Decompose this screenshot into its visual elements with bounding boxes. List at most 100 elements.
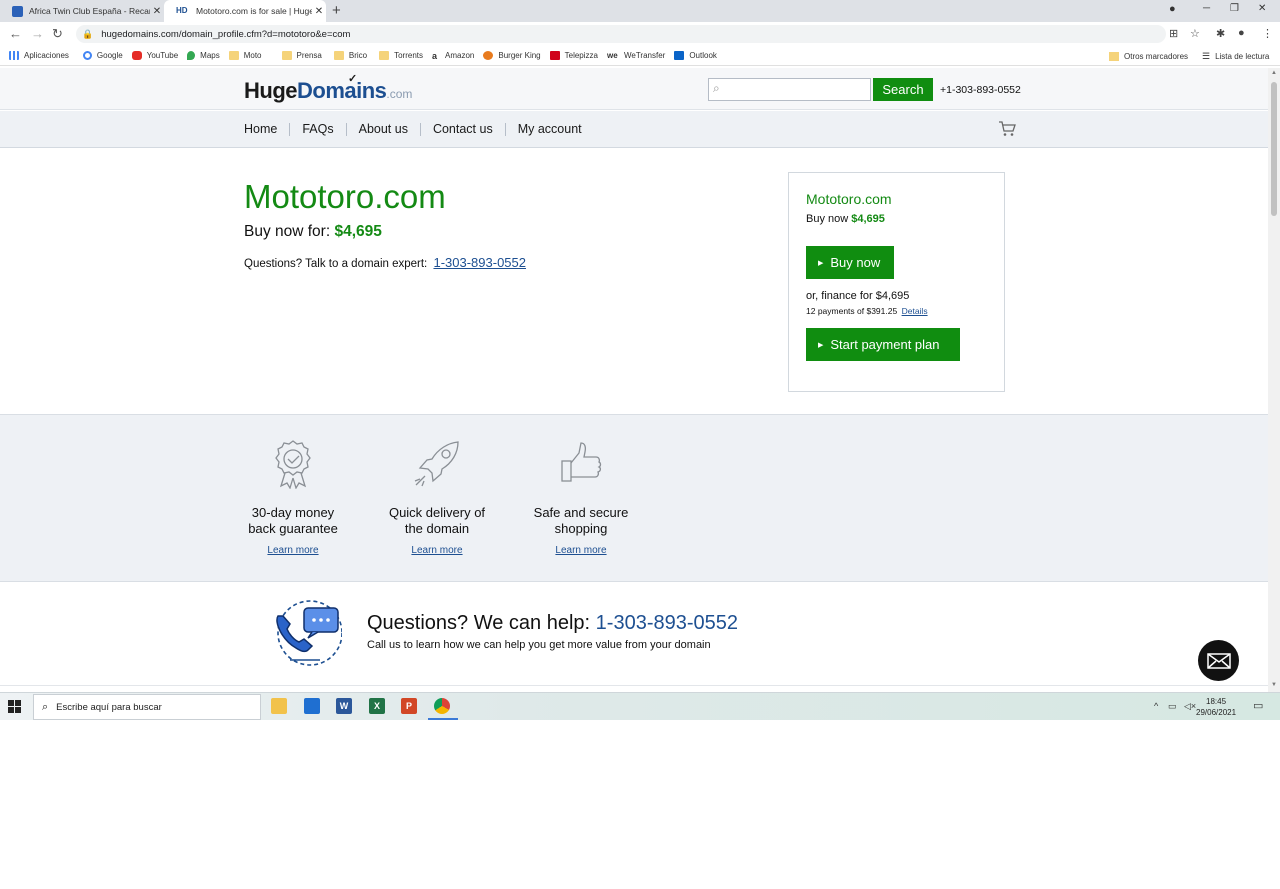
buy-now-button[interactable]: ▶ Buy now <box>806 246 894 279</box>
learn-more-link[interactable]: Learn more <box>233 545 353 556</box>
domain-title: Mototoro.com <box>244 178 446 215</box>
bookmark-wetransfer[interactable]: we WeTransfer <box>607 51 665 60</box>
mail-icon[interactable] <box>304 698 320 714</box>
volume-muted-icon[interactable]: ◁× <box>1184 701 1196 712</box>
menu-icon[interactable]: ⋮ <box>1262 27 1273 40</box>
rocket-icon <box>377 439 497 489</box>
feature-quick-delivery: Quick delivery of the domain Learn more <box>377 439 497 556</box>
help-phone-link[interactable]: 1-303-893-0552 <box>596 612 738 634</box>
notifications-icon[interactable]: ▭ <box>1253 699 1263 712</box>
bookmark-outlook[interactable]: Outlook <box>674 51 717 60</box>
domain-section: Mototoro.com Buy now for: $4,695 Questio… <box>0 148 1268 415</box>
burger-king-icon <box>483 51 494 60</box>
excel-icon[interactable]: X <box>369 698 385 714</box>
back-icon[interactable]: ← <box>9 26 22 41</box>
bookmark-torrents[interactable]: Torrents <box>379 51 423 60</box>
bookmark-burger-king[interactable]: Burger King <box>483 51 541 60</box>
card-buy-price: Buy now $4,695 <box>806 213 885 225</box>
chat-button[interactable] <box>1198 640 1239 681</box>
bookmark-prensa[interactable]: Prensa <box>281 51 322 60</box>
amazon-icon: a <box>432 51 438 61</box>
main-nav: Home FAQs About us Contact us My account <box>0 111 1268 148</box>
apps-grid-icon <box>9 51 19 60</box>
wetransfer-icon: we <box>606 51 618 60</box>
details-link[interactable]: Details <box>902 306 928 316</box>
bookmark-telepizza[interactable]: Telepizza <box>549 51 598 60</box>
close-tab-icon[interactable]: ✕ <box>150 6 164 17</box>
search-button[interactable]: Search <box>873 78 933 101</box>
browser-tab-bar: Africa Twin Club España - Recam ✕ HD Mot… <box>0 0 1280 22</box>
file-explorer-icon[interactable] <box>271 698 287 714</box>
lock-icon: 🔒 <box>82 28 94 39</box>
network-icon[interactable]: ▭ <box>1168 701 1177 712</box>
close-tab-icon[interactable]: ✕ <box>312 6 326 17</box>
bookmark-google[interactable]: Google <box>82 51 123 60</box>
scrollbar-thumb[interactable] <box>1271 82 1277 216</box>
payments-text: 12 payments of $391.25 Details <box>806 306 928 316</box>
nav-my-account[interactable]: My account <box>504 123 594 136</box>
scroll-up-icon[interactable]: ▲ <box>1271 70 1277 76</box>
bookmark-youtube[interactable]: YouTube <box>131 51 178 60</box>
search-icon: ⌕ <box>42 700 49 713</box>
word-icon[interactable]: W <box>336 698 352 714</box>
buy-now-price-line: Buy now for: $4,695 <box>244 223 382 240</box>
tray-expand-icon[interactable]: ^ <box>1154 701 1158 711</box>
price: $4,695 <box>334 223 382 240</box>
taskbar-clock[interactable]: 18:45 29/06/2021 <box>1196 696 1236 718</box>
bookmark-brico[interactable]: Brico <box>333 51 367 60</box>
envelope-icon <box>1206 652 1231 669</box>
restore-icon[interactable]: ❐ <box>1230 3 1239 14</box>
taskbar-search[interactable]: ⌕ Escribe aquí para buscar <box>33 694 261 720</box>
hugedomains-logo[interactable]: HugeDomains.com ✓ <box>244 73 412 104</box>
scroll-down-icon[interactable]: ▼ <box>1271 682 1277 688</box>
reading-list[interactable]: ☰ Lista de lectura <box>1202 46 1269 66</box>
nav-home[interactable]: Home <box>244 123 289 136</box>
hugedomains-page: HugeDomains.com ✓ ⌕ Search +1-303-893-05… <box>0 68 1268 692</box>
bookmark-moto[interactable]: Moto <box>228 51 262 60</box>
expert-question: Questions? Talk to a domain expert: 1-30… <box>244 255 526 270</box>
maps-pin-icon <box>187 51 196 60</box>
tab-title: Africa Twin Club España - Recam <box>29 6 150 16</box>
bookmark-maps[interactable]: Maps <box>187 51 220 60</box>
learn-more-link[interactable]: Learn more <box>521 545 641 556</box>
bookmark-star-icon[interactable]: ☆ <box>1190 27 1200 40</box>
new-tab-icon[interactable]: + <box>332 2 341 19</box>
feature-money-back: 30-day money back guarantee Learn more <box>233 439 353 556</box>
extensions-icon[interactable]: ✱ <box>1216 27 1225 40</box>
reload-icon[interactable]: ↻ <box>52 26 63 42</box>
bookmark-apps[interactable]: Aplicaciones <box>9 51 69 60</box>
chrome-icon[interactable] <box>434 698 450 714</box>
tab-title: Mototoro.com is for sale | HugeD <box>196 6 312 16</box>
browser-tab-mototoro[interactable]: HD Mototoro.com is for sale | HugeD ✕ <box>164 0 326 22</box>
expert-phone-link[interactable]: 1-303-893-0552 <box>433 255 526 270</box>
purchase-card: Mototoro.com Buy now $4,695 ▶ Buy now or,… <box>788 172 1005 392</box>
domain-search-input[interactable] <box>729 81 867 98</box>
nav-faqs[interactable]: FAQs <box>289 123 345 136</box>
page-scrollbar[interactable]: ▲ ▼ <box>1268 68 1280 692</box>
help-section: Questions? We can help: 1-303-893-0552 C… <box>0 582 1268 692</box>
profile-dot-icon[interactable]: ● <box>1169 3 1176 15</box>
bookmarks-bar: Aplicaciones Google YouTube Maps Moto Pr… <box>0 46 1280 66</box>
cart-icon[interactable] <box>998 121 1016 142</box>
start-payment-plan-button[interactable]: ▶ Start payment plan <box>806 328 960 361</box>
windows-start-icon[interactable] <box>8 700 21 718</box>
learn-more-link[interactable]: Learn more <box>377 545 497 556</box>
address-bar: ← → ↻ 🔒 hugedomains.com/domain_profile.c… <box>0 22 1280 46</box>
nav-contact-us[interactable]: Contact us <box>419 123 505 136</box>
browser-tab-africa-twin[interactable]: Africa Twin Club España - Recam ✕ <box>0 0 164 22</box>
bookmark-amazon[interactable]: a Amazon <box>432 51 474 61</box>
minimize-icon[interactable]: ─ <box>1203 3 1210 14</box>
bookmark-other[interactable]: Otros marcadores <box>1109 46 1188 66</box>
close-window-icon[interactable]: ✕ <box>1258 3 1266 14</box>
header-phone[interactable]: +1-303-893-0552 <box>940 84 1021 96</box>
powerpoint-icon[interactable]: P <box>401 698 417 714</box>
profile-icon[interactable]: ● <box>1238 27 1245 39</box>
forward-icon[interactable]: → <box>31 26 44 41</box>
site-favicon-icon <box>12 5 23 17</box>
award-ribbon-icon <box>233 439 353 489</box>
logo-checkmark-icon: ✓ <box>348 73 357 85</box>
url-field[interactable]: 🔒 hugedomains.com/domain_profile.cfm?d=m… <box>76 25 1166 43</box>
nav-about-us[interactable]: About us <box>345 123 420 136</box>
folder-icon <box>1109 51 1119 61</box>
translate-icon[interactable]: ⊞ <box>1169 27 1178 40</box>
